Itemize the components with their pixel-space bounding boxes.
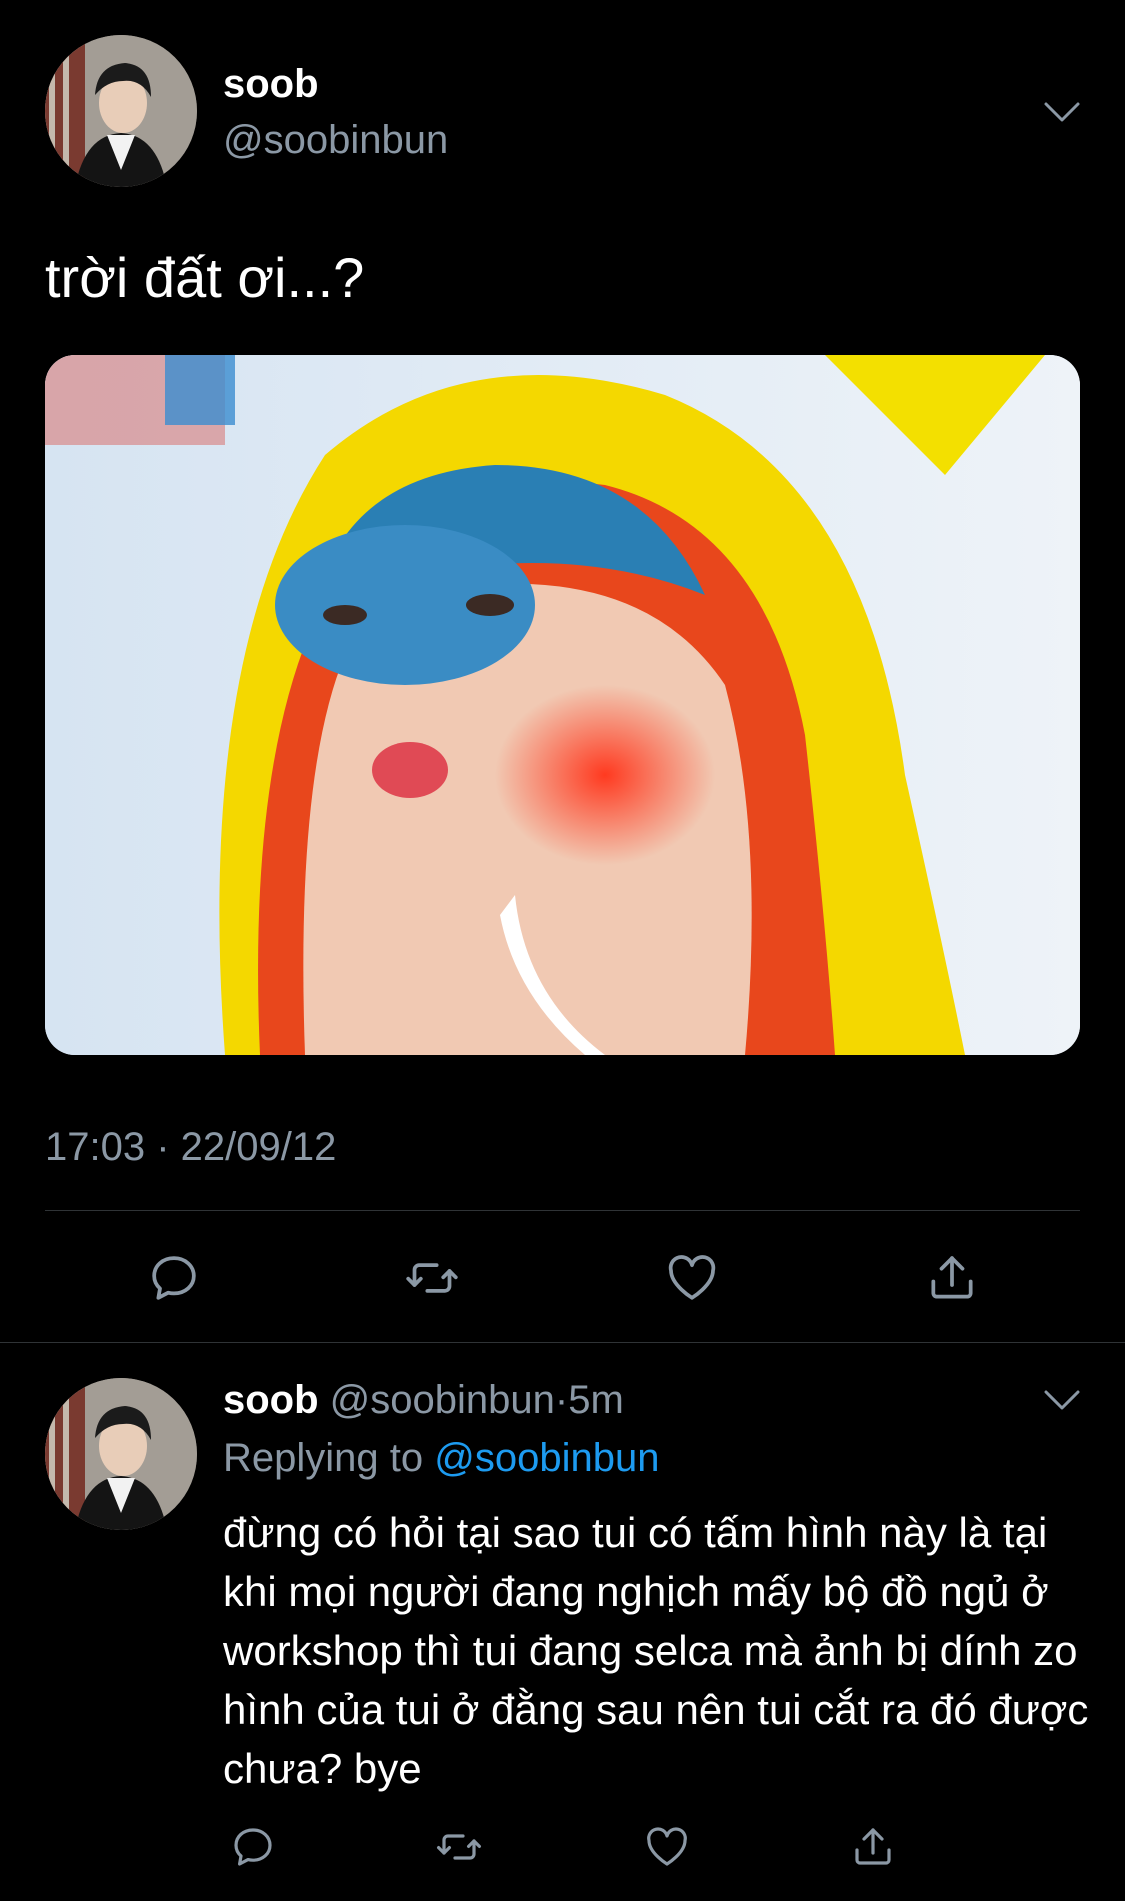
reply-button[interactable] [144,1248,204,1308]
heart-icon [668,1255,716,1300]
avatar-photo [45,35,197,187]
share-button[interactable] [846,1820,900,1874]
tweet-thread-page: soob @soobinbun trời đất ơi...? 17:03 · … [0,0,1125,1901]
reply-bubble-icon [234,1828,272,1866]
reply-header: soob @soobinbun·5m [223,1378,624,1423]
avatar-photo [45,1378,197,1530]
retweet-button[interactable] [402,1248,462,1308]
replying-to-line: Replying to @soobinbun [223,1436,659,1481]
share-button[interactable] [922,1248,982,1308]
tweet-media-image[interactable] [45,355,1080,1055]
retweet-icon [436,1834,482,1860]
reply-age[interactable]: 5m [568,1378,624,1422]
avatar[interactable] [45,35,197,187]
chevron-down-icon [1044,1390,1080,1410]
author-name[interactable]: soob [223,62,319,107]
divider [45,1210,1080,1211]
tweet-timestamp[interactable]: 17:03 · 22/09/12 [45,1125,336,1170]
chevron-down-icon [1044,102,1080,122]
author-name[interactable]: soob [223,1378,319,1422]
separator-dot: · [554,1378,569,1422]
like-button[interactable] [662,1248,722,1308]
more-options-button[interactable] [1042,100,1082,124]
reply-button[interactable] [226,1820,280,1874]
heart-icon [647,1827,687,1866]
retweet-button[interactable] [432,1820,486,1874]
main-tweet: soob @soobinbun trời đất ơi...? 17:03 · … [0,0,1125,1343]
tweet-photo [45,355,1080,1055]
author-handle[interactable]: @soobinbun [330,1378,555,1422]
more-options-button[interactable] [1042,1388,1082,1412]
reply-bubble-icon [152,1256,196,1300]
like-button[interactable] [640,1820,694,1874]
replying-to-label: Replying to [223,1436,424,1480]
reply-text: đừng có hỏi tại sao tui có tấm hình này … [223,1509,1089,1792]
retweet-icon [406,1263,458,1293]
tweet-text: trời đất ơi...? [45,246,365,309]
author-handle[interactable]: @soobinbun [223,118,448,163]
avatar[interactable] [45,1378,197,1530]
share-icon [855,1828,891,1865]
share-icon [931,1256,973,1299]
mention-link[interactable]: @soobinbun [434,1436,659,1480]
